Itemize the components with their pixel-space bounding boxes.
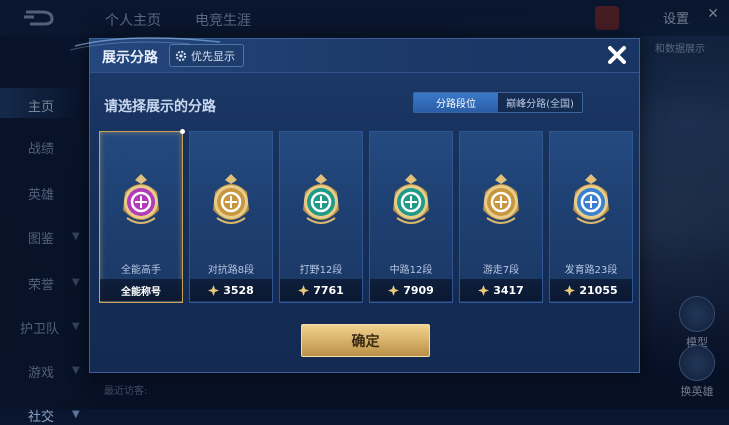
lane-power-value: 3417 [493, 283, 524, 297]
lane-power-value: 21055 [579, 283, 618, 297]
tab-peak-lane[interactable]: 巅峰分路(全国) [498, 93, 582, 112]
lane-card[interactable]: 发育路23段 21055 [549, 131, 633, 303]
close-icon[interactable] [603, 41, 631, 69]
lane-stat: 7909 [370, 279, 452, 301]
all-round-badge-icon [123, 174, 159, 224]
power-icon [298, 284, 310, 296]
confirm-button[interactable]: 确定 [301, 324, 430, 357]
dialog-subtitle: 请选择展示的分路 [104, 99, 216, 115]
lane-name: 打野12段 [299, 265, 343, 276]
lane-card[interactable]: 对抗路8段 3528 [189, 131, 273, 303]
lane-card[interactable]: 全能高手 全能称号 [99, 129, 185, 303]
dialog-title: 展示分路 [102, 50, 158, 66]
lane-card[interactable]: 游走7段 3417 [459, 131, 543, 303]
tab-lane-rank[interactable]: 分路段位 [414, 93, 498, 112]
lane-card[interactable]: 打野12段 7761 [279, 131, 363, 303]
lane-stat: 全能称号 [100, 279, 182, 301]
lane-card[interactable]: 中路12段 7909 [369, 131, 453, 303]
gear-icon [175, 50, 187, 61]
priority-display-button[interactable]: 优先显示 [169, 44, 244, 67]
mid-lane-badge-icon [393, 174, 429, 224]
lane-name: 中路12段 [389, 265, 433, 276]
lane-stat: 3528 [190, 279, 272, 301]
lane-name: 发育路23段 [564, 265, 618, 276]
lane-name: 对抗路8段 [207, 265, 255, 276]
lane-name: 全能高手 [121, 265, 161, 276]
priority-display-label: 优先显示 [191, 49, 235, 63]
farm-lane-badge-icon [573, 174, 609, 224]
lane-power-value: 3528 [223, 283, 254, 297]
selected-indicator [180, 129, 185, 134]
lane-power-value: 7909 [403, 283, 434, 297]
lane-type-tabs: 分路段位 巅峰分路(全国) [413, 92, 583, 113]
lane-title-label: 全能称号 [121, 286, 161, 298]
roam-badge-icon [483, 174, 519, 224]
lane-name: 游走7段 [482, 265, 520, 276]
lane-stat: 7761 [280, 279, 362, 301]
lane-power-value: 7761 [313, 283, 344, 297]
lane-display-dialog: 展示分路 优先显示 请选择展示的分路 分路段位 巅峰分路(全国) 全能高手全能称… [89, 38, 640, 373]
power-icon [388, 284, 400, 296]
power-icon [208, 284, 220, 296]
clash-lane-badge-icon [213, 174, 249, 224]
power-icon [564, 284, 576, 296]
jungle-badge-icon [303, 174, 339, 224]
dialog-header: 展示分路 优先显示 [90, 39, 639, 73]
power-icon [478, 284, 490, 296]
chevron-down-icon: ▼ [72, 409, 80, 420]
lane-stat: 3417 [460, 279, 542, 301]
lane-stat: 21055 [550, 279, 632, 301]
